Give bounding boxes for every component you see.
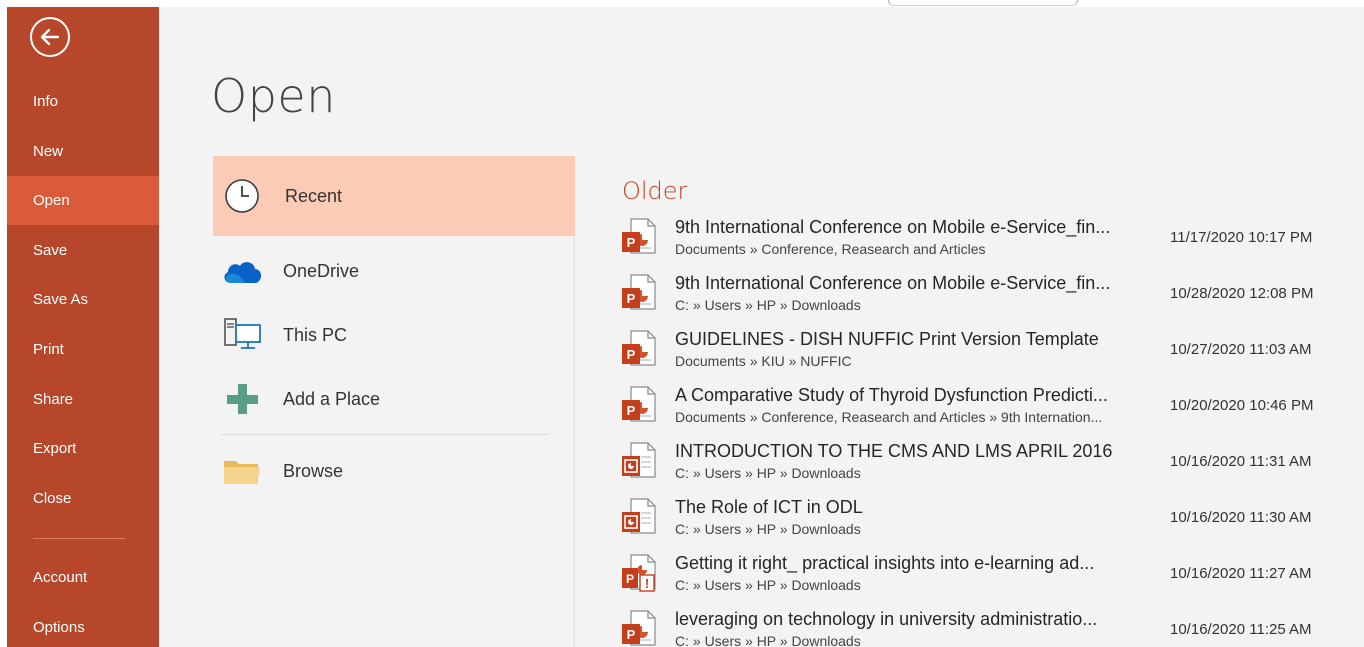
file-name: 9th International Conference on Mobile e… bbox=[675, 273, 1111, 293]
recent-file-row[interactable]: P A Comparative Study of Thyroid Dysfunc… bbox=[621, 379, 1341, 435]
title-bar-edge bbox=[888, 0, 1078, 6]
page-title: Open bbox=[211, 69, 336, 123]
locations-list: Recent OneDrive This PC Add a Place Brow… bbox=[213, 156, 575, 647]
svg-text:P: P bbox=[627, 403, 636, 418]
nav-info[interactable]: Info bbox=[7, 77, 159, 126]
svg-text:P: P bbox=[626, 572, 634, 586]
location-label: This PC bbox=[283, 324, 348, 345]
file-name: The Role of ICT in ODL bbox=[675, 497, 863, 517]
file-date: 10/16/2020 11:27 AM bbox=[1170, 565, 1312, 582]
computer-icon bbox=[221, 314, 263, 356]
recent-file-row[interactable]: P 9th International Conference on Mobile… bbox=[621, 267, 1341, 323]
location-label: OneDrive bbox=[283, 260, 360, 281]
file-date: 11/17/2020 10:17 PM bbox=[1170, 229, 1313, 246]
file-path: C: » Users » HP » Downloads bbox=[675, 465, 861, 481]
file-name: INTRODUCTION TO THE CMS AND LMS APRIL 20… bbox=[675, 441, 1113, 461]
nav-open[interactable]: Open bbox=[7, 176, 159, 225]
nav-account[interactable]: Account bbox=[7, 553, 159, 602]
file-date: 10/20/2020 10:46 PM bbox=[1170, 397, 1314, 414]
nav-save-as[interactable]: Save As bbox=[7, 275, 159, 324]
file-name: leveraging on technology in university a… bbox=[675, 609, 1098, 629]
file-date: 10/16/2020 11:31 AM bbox=[1170, 453, 1312, 470]
plus-icon bbox=[221, 378, 263, 420]
file-path: C: » Users » HP » Downloads bbox=[675, 633, 861, 647]
svg-text:P: P bbox=[627, 627, 636, 642]
nav-print[interactable]: Print bbox=[7, 325, 159, 374]
file-name: GUIDELINES - DISH NUFFIC Print Version T… bbox=[675, 329, 1099, 349]
pptx-icon: P bbox=[622, 274, 656, 310]
pptx-icon: P bbox=[622, 386, 656, 422]
ppt-legacy-icon bbox=[622, 498, 656, 534]
nav-save[interactable]: Save bbox=[7, 226, 159, 275]
back-button[interactable] bbox=[30, 17, 70, 57]
file-name: Getting it right_ practical insights int… bbox=[675, 553, 1095, 573]
file-path: C: » Users » HP » Downloads bbox=[675, 521, 861, 537]
location-recent[interactable]: Recent bbox=[213, 156, 575, 236]
title-bar-strip bbox=[0, 0, 1364, 7]
cloud-icon bbox=[221, 250, 263, 292]
file-date: 10/16/2020 11:30 AM bbox=[1170, 509, 1312, 526]
svg-text:P: P bbox=[627, 291, 636, 306]
location-label: Browse bbox=[283, 460, 344, 481]
location-browse[interactable]: Browse bbox=[213, 431, 575, 511]
file-date: 10/16/2020 11:25 AM bbox=[1170, 621, 1312, 638]
file-date: 10/28/2020 12:08 PM bbox=[1170, 285, 1314, 302]
file-path: Documents » KIU » NUFFIC bbox=[675, 353, 852, 369]
location-label: Add a Place bbox=[283, 388, 381, 409]
file-path: C: » Users » HP » Downloads bbox=[675, 297, 861, 313]
nav-options[interactable]: Options bbox=[7, 603, 159, 647]
group-heading-older: Older bbox=[622, 177, 688, 205]
nav-share[interactable]: Share bbox=[7, 375, 159, 424]
ppt-legacy-icon bbox=[622, 442, 656, 478]
recent-file-row[interactable]: P leveraging on technology in university… bbox=[621, 603, 1341, 647]
recent-file-row[interactable]: INTRODUCTION TO THE CMS AND LMS APRIL 20… bbox=[621, 435, 1341, 491]
file-name: A Comparative Study of Thyroid Dysfuncti… bbox=[675, 385, 1108, 405]
pptx-icon: P bbox=[622, 330, 656, 366]
folder-icon bbox=[221, 450, 263, 492]
file-name: 9th International Conference on Mobile e… bbox=[675, 217, 1111, 237]
pptx-icon: P bbox=[622, 218, 656, 254]
nav-export[interactable]: Export bbox=[7, 424, 159, 473]
svg-text:P: P bbox=[627, 235, 636, 250]
svg-text:P: P bbox=[627, 347, 636, 362]
file-date: 10/27/2020 11:03 AM bbox=[1170, 341, 1312, 358]
backstage-nav: Info New Open Save Save As Print Share E… bbox=[7, 7, 159, 647]
pptx-icon: P bbox=[622, 610, 656, 646]
location-add-place[interactable]: Add a Place bbox=[213, 359, 575, 439]
nav-divider bbox=[33, 538, 125, 539]
clock-icon bbox=[221, 175, 263, 217]
recent-file-row[interactable]: P GUIDELINES - DISH NUFFIC Print Version… bbox=[621, 323, 1341, 379]
location-label: Recent bbox=[285, 185, 343, 206]
nav-close[interactable]: Close bbox=[7, 474, 159, 523]
file-path: Documents » Conference, Reasearch and Ar… bbox=[675, 241, 986, 257]
back-arrow-icon bbox=[40, 28, 60, 46]
svg-text:!: ! bbox=[645, 576, 649, 591]
file-path: C: » Users » HP » Downloads bbox=[675, 577, 861, 593]
open-pane: Open Recent OneDrive This PC Add a Place… bbox=[159, 7, 1364, 647]
file-path: Documents » Conference, Reasearch and Ar… bbox=[675, 409, 1103, 425]
nav-new[interactable]: New bbox=[7, 127, 159, 176]
ppt-warning-icon: P ! bbox=[622, 554, 656, 592]
recent-file-row[interactable]: P 9th International Conference on Mobile… bbox=[621, 211, 1341, 267]
recent-file-row[interactable]: P ! Getting it right_ practical insights… bbox=[621, 547, 1341, 603]
recent-file-row[interactable]: The Role of ICT in ODL C: » Users » HP »… bbox=[621, 491, 1341, 547]
